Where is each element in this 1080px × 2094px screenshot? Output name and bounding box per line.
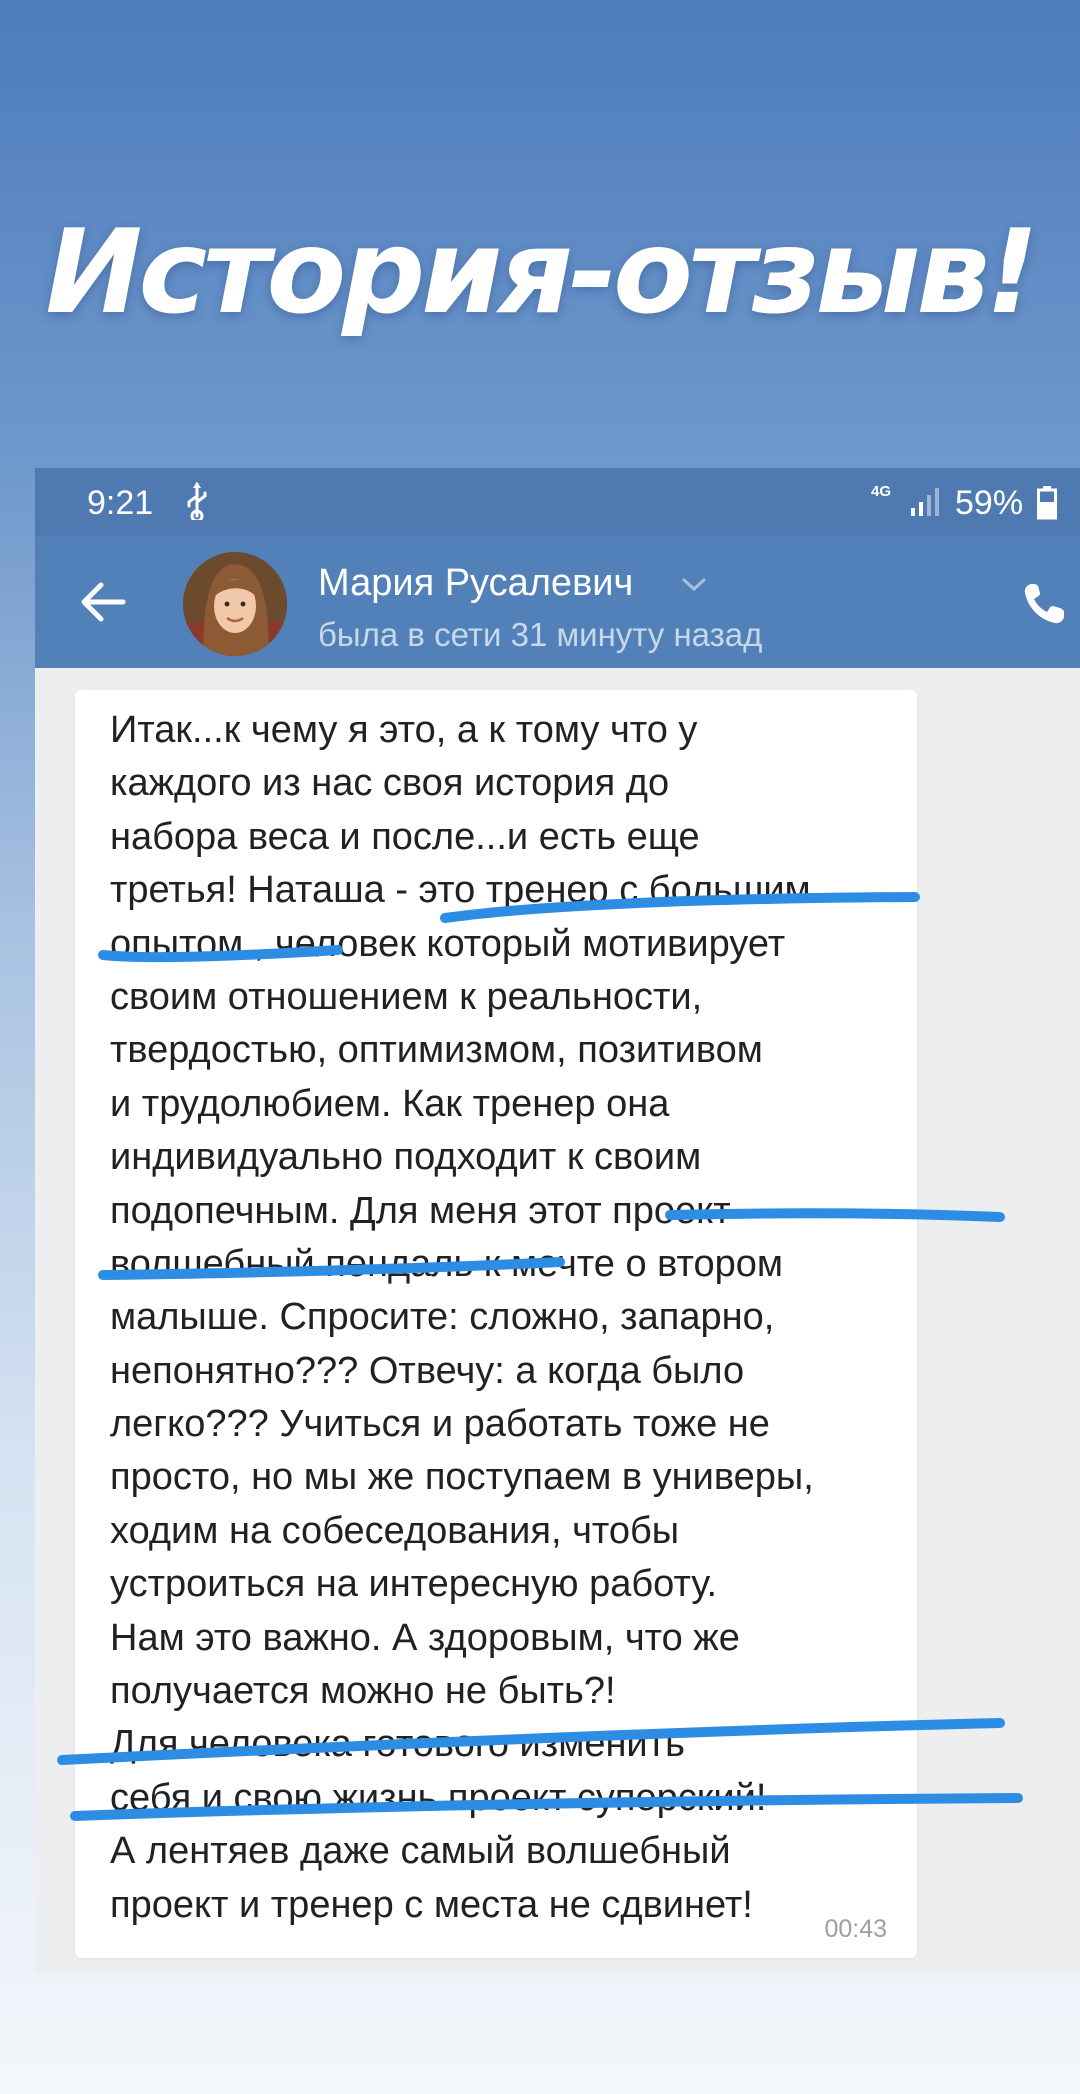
message-line: Нам это важно. А здоровым, что же — [110, 1616, 740, 1659]
battery-icon — [1037, 486, 1057, 520]
message-line: набора веса и после...и есть еще — [110, 815, 700, 858]
message-line: непонятно??? Отвечу: а когда было — [110, 1349, 745, 1392]
battery-percent: 59% — [955, 484, 1024, 522]
message-line: каждого из нас своя история до — [110, 762, 670, 805]
chat-header: Мария Русалевич была в сети 31 минуту на… — [35, 536, 1080, 668]
message-line: А лентяев даже самый волшебный — [110, 1830, 731, 1873]
message-line: себя и свою жизнь проект суперский! — [110, 1776, 767, 1819]
message-line: твердостью, оптимизмом, позитивом — [110, 1029, 763, 1072]
message-line: просто, но мы же поступаем в универы, — [110, 1456, 814, 1499]
message-line: Для человека готового изменить — [110, 1723, 685, 1766]
message-line: и трудолюбием. Как тренер она — [110, 1082, 670, 1125]
phone-icon[interactable] — [1020, 580, 1068, 628]
message-text: Итак...к чему я это, а к тому что у кажд… — [110, 704, 910, 1932]
message-line: проект и тренер с места не сдвинет! — [110, 1883, 753, 1926]
message-line: третья! Наташа - это тренер с большим — [110, 869, 811, 912]
story-headline: История-отзыв! — [45, 205, 1038, 340]
contact-name[interactable]: Мария Русалевич — [318, 562, 633, 605]
message-line: Итак...к чему я это, а к тому что у — [110, 709, 698, 751]
message-line: индивидуально подходит к своим — [110, 1136, 702, 1179]
message-line: устроиться на интересную работу. — [110, 1563, 718, 1606]
avatar[interactable] — [183, 552, 287, 656]
network-type-label: 4G — [871, 483, 892, 500]
message-line: опытом , человек который мотивирует — [110, 922, 786, 965]
message-line: своим отношением к реальности, — [110, 975, 703, 1018]
message-line: подопечным. Для меня этот проект — [110, 1189, 731, 1232]
message-line: волшебный пендаль к мечте о втором — [110, 1242, 783, 1285]
message-line: ходим на собеседования, чтобы — [110, 1509, 680, 1552]
signal-bars-icon — [911, 488, 939, 516]
contact-status: была в сети 31 минуту назад — [318, 616, 763, 653]
arrow-left-icon[interactable] — [79, 580, 127, 624]
chat-screenshot: 9:21 4G 59% Мария Русалевич была в сети … — [35, 468, 1080, 1973]
message-time: 00:43 — [824, 1915, 887, 1943]
status-bar: 9:21 4G 59% — [35, 468, 1080, 536]
message-line: получается можно не быть?! — [110, 1670, 616, 1713]
message-bubble: Итак...к чему я это, а к тому что у кажд… — [75, 690, 917, 1958]
message-line: малыше. Спросите: сложно, запарно, — [110, 1296, 775, 1339]
chevron-down-icon[interactable] — [680, 576, 708, 594]
message-line: легко??? Учиться и работать тоже не — [110, 1403, 770, 1446]
usb-icon — [187, 482, 207, 520]
avatar-image — [183, 552, 287, 656]
status-time: 9:21 — [87, 484, 154, 522]
